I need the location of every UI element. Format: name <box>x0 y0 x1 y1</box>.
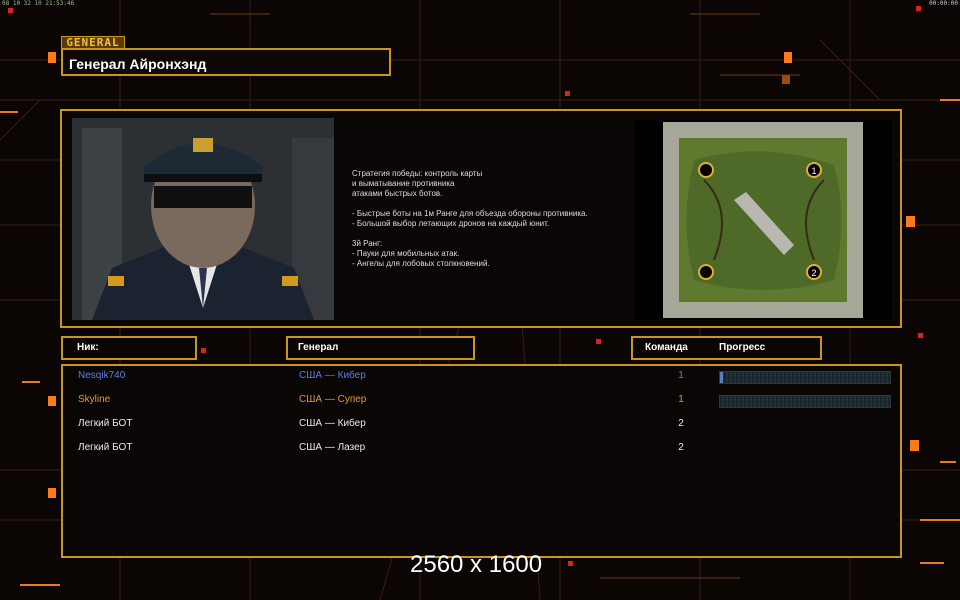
player-general[interactable]: США — Лазер <box>299 440 365 456</box>
header-team: Команда <box>645 342 688 353</box>
hud-clock: 00:00:00 <box>929 0 958 7</box>
header-progress: Прогресс <box>719 342 766 353</box>
start-marker-1: 1 <box>811 166 816 176</box>
map-preview-icon: 1 2 <box>634 120 892 320</box>
player-nick[interactable]: Nesqik740 <box>78 368 125 384</box>
player-team[interactable]: 2 <box>671 440 691 456</box>
header-team-progress: Команда Прогресс <box>631 336 822 360</box>
player-team[interactable]: 1 <box>671 368 691 384</box>
header-general: Генерал <box>286 336 475 360</box>
resolution-label: 2560 x 1600 <box>410 551 543 578</box>
progress-fill <box>720 372 724 383</box>
table-row[interactable]: Легкий БОТ США — Кибер 2 <box>63 416 900 440</box>
progress-bar <box>719 395 891 408</box>
players-list: Nesqik740 США — Кибер 1 Skyline США — Су… <box>61 364 902 558</box>
general-name: Генерал Айронхэнд <box>61 48 391 76</box>
header-nick: Ник: <box>61 336 197 360</box>
table-row[interactable]: Skyline США — Супер 1 <box>63 392 900 416</box>
player-team[interactable]: 2 <box>671 416 691 432</box>
progress-bar <box>719 371 891 384</box>
table-row[interactable]: Nesqik740 США — Кибер 1 <box>63 368 900 392</box>
player-nick[interactable]: Skyline <box>78 392 110 408</box>
player-nick[interactable]: Легкий БОТ <box>78 416 132 432</box>
hud-top-left: 08 10 32 10 21:53:46 <box>2 0 75 7</box>
officer-portrait-icon <box>72 118 334 320</box>
start-marker-2: 2 <box>811 268 816 278</box>
player-general[interactable]: США — Кибер <box>299 368 366 384</box>
general-description: Стратегия победы: контроль карты и вымат… <box>352 169 588 268</box>
player-nick[interactable]: Легкий БОТ <box>78 440 132 456</box>
player-general[interactable]: США — Кибер <box>299 416 366 432</box>
table-row[interactable]: Легкий БОТ США — Лазер 2 <box>63 440 900 464</box>
player-team[interactable]: 1 <box>671 392 691 408</box>
player-general[interactable]: США — Супер <box>299 392 366 408</box>
